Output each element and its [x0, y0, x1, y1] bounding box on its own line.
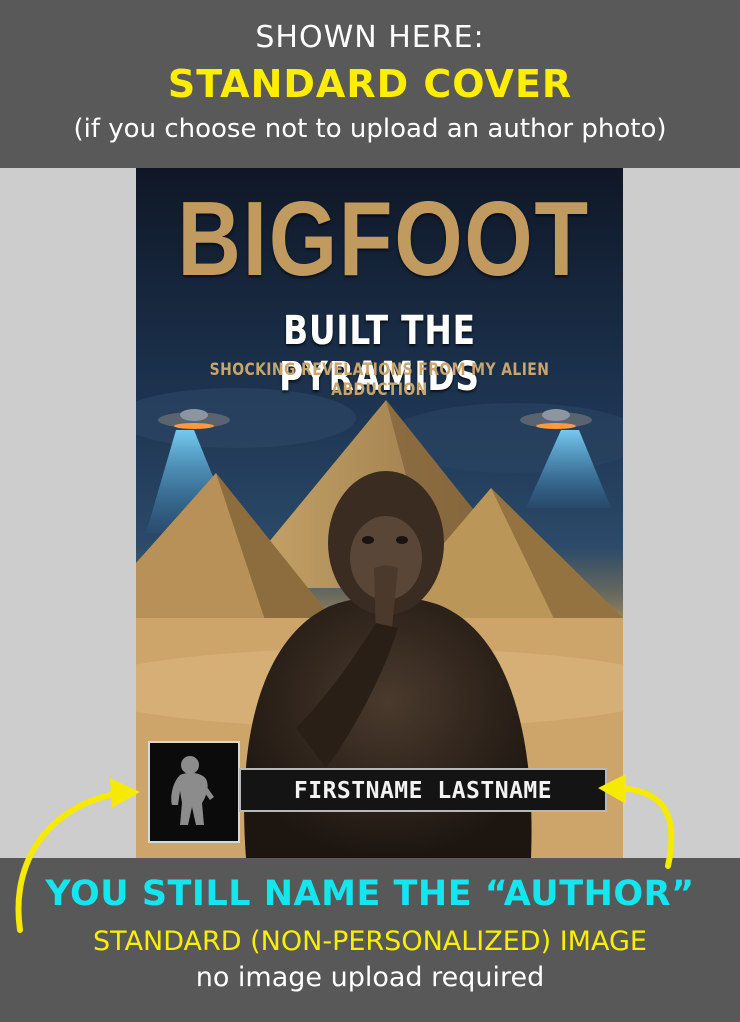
no-upload-note: (if you choose not to upload an author p… [73, 114, 667, 144]
cover-tagline: SHOCKING REVELATIONS FROM MY ALIEN ABDUC… [209, 360, 550, 400]
book-cover: BIGFOOT BUILT THE PYRAMIDS SHOCKING REVE… [136, 168, 623, 858]
name-author-heading: YOU STILL NAME THE “AUTHOR” [45, 874, 695, 914]
shown-here-label: SHOWN HERE: [255, 20, 485, 55]
author-name-bar: FIRSTNAME LASTNAME [239, 768, 607, 812]
cover-title: BIGFOOT [177, 180, 590, 298]
top-banner: SHOWN HERE: STANDARD COVER (if you choos… [0, 0, 740, 168]
no-upload-required-note: no image upload required [195, 962, 545, 993]
bigfoot-silhouette-icon [171, 756, 214, 825]
author-name: FIRSTNAME LASTNAME [293, 778, 553, 804]
standard-cover-heading: STANDARD COVER [167, 62, 573, 106]
standard-image-note: STANDARD (NON-PERSONALIZED) IMAGE [93, 926, 647, 957]
bottom-banner: YOU STILL NAME THE “AUTHOR” STANDARD (NO… [0, 858, 740, 1022]
author-photo-placeholder [148, 741, 240, 843]
